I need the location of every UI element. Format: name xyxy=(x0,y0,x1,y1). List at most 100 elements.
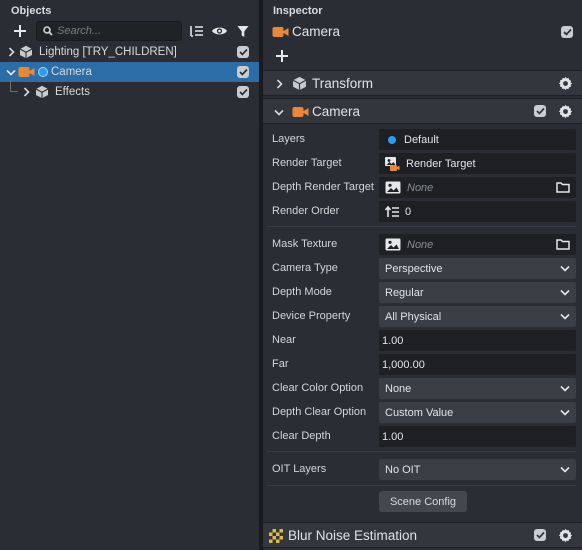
divider xyxy=(267,485,576,486)
near-input[interactable]: 1.00 xyxy=(379,330,576,351)
blur-section-header[interactable]: Blur Noise Estimation xyxy=(263,522,582,548)
add-component-button[interactable] xyxy=(274,48,290,64)
object-group-icon xyxy=(35,85,49,99)
chevron-down-icon[interactable] xyxy=(274,109,284,116)
check-icon xyxy=(562,28,572,36)
folder-icon[interactable] xyxy=(556,182,570,193)
prop-label: Depth Clear Option xyxy=(272,406,367,418)
gear-icon[interactable] xyxy=(558,528,573,543)
filter-icon xyxy=(237,25,249,37)
prop-label: Device Property xyxy=(272,310,351,322)
gear-icon[interactable] xyxy=(558,76,573,91)
prop-label: Layers xyxy=(272,133,306,145)
prop-render-target: Render Target Render Target xyxy=(263,153,582,174)
tree-item-label: Effects xyxy=(55,86,90,98)
transform-section-header[interactable]: Transform xyxy=(263,70,582,96)
layers-field[interactable]: Default xyxy=(379,129,576,150)
prop-label: Clear Depth xyxy=(272,430,331,442)
blur-enable-checkbox[interactable] xyxy=(534,529,546,541)
check-icon xyxy=(535,531,545,539)
chevron-right-icon[interactable] xyxy=(23,87,30,97)
prop-label: Depth Mode xyxy=(272,286,332,298)
prop-depth-mode: Depth Mode Regular xyxy=(263,282,582,303)
render-target-field[interactable]: Render Target xyxy=(379,153,576,174)
tree-item-label: Lighting [TRY_CHILDREN] xyxy=(39,46,177,58)
inspector-panel: Inspector Camera Transform Camera Layers… xyxy=(262,0,582,550)
order-icon xyxy=(385,205,399,217)
gear-icon[interactable] xyxy=(558,104,573,119)
chevron-right-icon[interactable] xyxy=(276,79,283,89)
plus-icon xyxy=(14,25,26,37)
chevron-down-icon xyxy=(560,289,570,296)
clear-color-option-dropdown[interactable]: None xyxy=(379,378,576,399)
divider xyxy=(267,451,576,452)
prop-near: Near 1.00 xyxy=(263,330,582,351)
inspector-panel-title: Inspector xyxy=(273,5,323,17)
enable-checkbox[interactable] xyxy=(237,46,249,58)
search-input[interactable] xyxy=(57,25,167,37)
chevron-down-icon[interactable] xyxy=(6,69,16,76)
chevron-down-icon xyxy=(560,385,570,392)
camera-section-header[interactable]: Camera xyxy=(263,98,582,124)
prop-depth-clear-option: Depth Clear Option Custom Value xyxy=(263,402,582,423)
far-input[interactable]: 1,000.00 xyxy=(379,354,576,375)
enable-checkbox[interactable] xyxy=(237,86,249,98)
tree-item-camera[interactable]: Camera xyxy=(0,62,259,82)
prop-label: Near xyxy=(272,334,296,346)
image-icon xyxy=(385,181,401,194)
depth-render-target-field[interactable]: None xyxy=(379,177,576,198)
oit-layers-dropdown[interactable]: No OIT xyxy=(379,459,576,480)
camera-icon xyxy=(292,107,309,117)
visibility-button[interactable] xyxy=(210,23,228,39)
inspector-object-name: Camera xyxy=(292,24,341,39)
section-title: Blur Noise Estimation xyxy=(288,528,418,543)
folder-icon[interactable] xyxy=(556,239,570,250)
depth-clear-option-dropdown[interactable]: Custom Value xyxy=(379,402,576,423)
chevron-right-icon[interactable] xyxy=(8,47,15,57)
prop-render-order: Render Order 0 xyxy=(263,201,582,222)
render-target-value: Render Target xyxy=(406,157,476,170)
prop-layers: Layers Default xyxy=(263,129,582,150)
camera-type-dropdown[interactable]: Perspective xyxy=(379,258,576,279)
add-object-button[interactable] xyxy=(12,23,28,39)
camera-enable-checkbox[interactable] xyxy=(534,105,546,117)
chevron-down-icon xyxy=(560,466,570,473)
filter-button[interactable] xyxy=(236,23,250,39)
image-icon xyxy=(385,238,401,251)
enable-checkbox[interactable] xyxy=(237,66,249,78)
render-order-value: 0 xyxy=(405,205,412,218)
clear-depth-value: 1.00 xyxy=(382,430,404,443)
search-field[interactable] xyxy=(36,21,182,41)
device-property-dropdown[interactable]: All Physical xyxy=(379,306,576,327)
prop-camera-type: Camera Type Perspective xyxy=(263,258,582,279)
tree-item-lighting[interactable]: Lighting [TRY_CHILDREN] xyxy=(0,42,259,62)
mask-texture-field[interactable]: None xyxy=(379,234,576,255)
chevron-down-icon xyxy=(560,409,570,416)
prop-depth-render-target: Depth Render Target None xyxy=(263,177,582,198)
checker-pattern-icon xyxy=(269,529,283,543)
layers-value: Default xyxy=(404,133,439,146)
camera-icon xyxy=(18,67,35,77)
far-value: 1,000.00 xyxy=(382,358,425,371)
depth-mode-dropdown[interactable]: Regular xyxy=(379,282,576,303)
object-group-icon xyxy=(19,45,33,59)
prop-mask-texture: Mask Texture None xyxy=(263,234,582,255)
chevron-down-icon xyxy=(560,265,570,272)
prop-oit-layers: OIT Layers No OIT xyxy=(263,459,582,480)
section-title: Camera xyxy=(312,104,361,119)
sort-button[interactable] xyxy=(188,23,204,39)
prop-label: OIT Layers xyxy=(272,463,327,475)
clear-depth-input[interactable]: 1.00 xyxy=(379,426,576,447)
object-enable-checkbox[interactable] xyxy=(561,26,573,38)
scene-config-button[interactable]: Scene Config xyxy=(379,491,467,512)
prop-clear-color-option: Clear Color Option None xyxy=(263,378,582,399)
check-icon xyxy=(238,88,248,96)
render-target-icon xyxy=(385,156,400,171)
tree-item-effects[interactable]: Effects xyxy=(0,80,259,102)
prop-label: Render Target xyxy=(272,157,342,169)
object-tree: Lighting [TRY_CHILDREN] Camera Effects xyxy=(0,42,259,102)
device-property-value: All Physical xyxy=(385,310,442,323)
prop-label: Render Order xyxy=(272,205,340,217)
list-sort-icon xyxy=(189,26,203,37)
render-order-field[interactable]: 0 xyxy=(379,201,576,222)
